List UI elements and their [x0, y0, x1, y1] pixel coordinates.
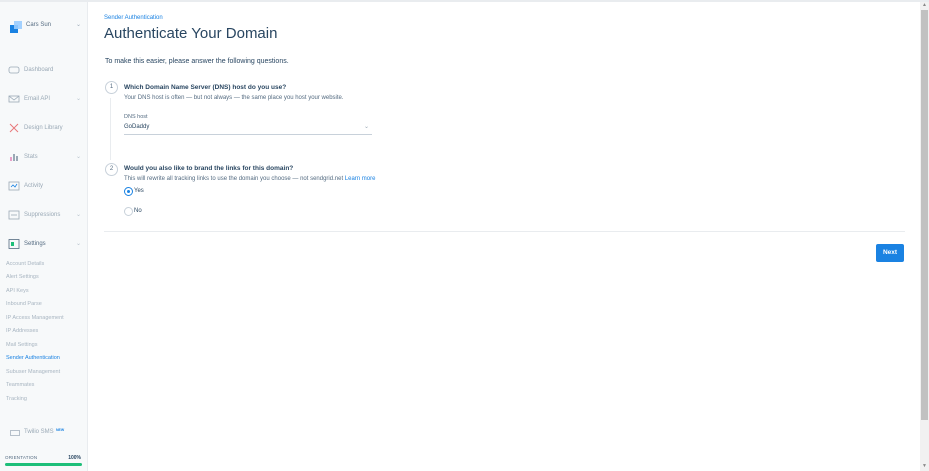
activity-icon [8, 181, 20, 191]
settings-item-teammates[interactable]: Teammates [6, 382, 34, 388]
next-button[interactable]: Next [876, 244, 904, 262]
chevron-up-icon: ⌄ [75, 241, 81, 247]
chevron-down-icon: ⌄ [75, 96, 81, 102]
nav-item-stats[interactable]: Stats ⌄ [8, 151, 85, 165]
design-library-icon [9, 123, 19, 133]
scrollbar-thumb[interactable] [921, 10, 928, 420]
account-switcher[interactable]: Cars Sun ⌄ [8, 18, 83, 36]
settings-item-alert-settings[interactable]: Alert Settings [6, 274, 39, 280]
orientation-label: ORIENTATION [5, 455, 38, 460]
stats-icon [10, 154, 18, 161]
nav-item-label: Stats [24, 154, 38, 160]
settings-item-subuser-management[interactable]: Subuser Management [6, 369, 60, 375]
settings-item-account-details[interactable]: Account Details [6, 261, 44, 267]
settings-item-sender-authentication[interactable]: Sender Authentication [6, 355, 60, 361]
suppressions-icon [8, 210, 20, 220]
question-2-description-text: This will rewrite all tracking links to … [124, 176, 344, 182]
nav-item-dashboard[interactable]: Dashboard [8, 64, 85, 78]
nav-item-label: Dashboard [24, 67, 54, 73]
nav-item-activity[interactable]: Activity [8, 180, 85, 194]
orientation-progress-fill [5, 463, 82, 466]
radio-no-label: No [134, 208, 142, 214]
sendgrid-logo-icon [10, 21, 22, 33]
settings-item-api-keys[interactable]: API Keys [6, 288, 29, 294]
settings-item-mail-settings[interactable]: Mail Settings [6, 342, 38, 348]
dns-host-select[interactable]: GoDaddy ⌄ [124, 123, 372, 135]
nav-item-suppressions[interactable]: Suppressions ⌄ [8, 209, 85, 223]
divider [104, 231, 905, 232]
scroll-down-icon[interactable]: ▼ [921, 463, 928, 469]
settings-item-tracking[interactable]: Tracking [6, 396, 27, 402]
chevron-down-icon: ⌄ [75, 212, 81, 218]
twilio-sms-link[interactable]: Twilio SMS NEW [10, 428, 80, 439]
orientation-progress-bar [5, 463, 82, 466]
settings-icon [8, 239, 20, 249]
question-2-title: Would you also like to brand the links f… [124, 165, 294, 172]
radio-yes[interactable] [124, 187, 133, 196]
nav-item-label: Design Library [24, 125, 63, 131]
nav-item-settings[interactable]: Settings ⌄ [8, 238, 85, 252]
nav-item-design-library[interactable]: Design Library [8, 122, 85, 136]
radio-no[interactable] [124, 207, 133, 216]
question-2-description: This will rewrite all tracking links to … [124, 176, 375, 182]
new-badge: NEW [56, 428, 65, 432]
chevron-down-icon: ⌄ [75, 154, 81, 160]
main-content: Sender Authentication Authenticate Your … [88, 2, 920, 471]
intro-text: To make this easier, please answer the f… [105, 58, 289, 65]
settings-item-ip-access-management[interactable]: IP Access Management [6, 315, 64, 321]
dashboard-icon [8, 66, 20, 74]
settings-item-ip-addresses[interactable]: IP Addresses [6, 328, 38, 334]
learn-more-link[interactable]: Learn more [345, 176, 376, 182]
orientation-percent: 100% [68, 455, 81, 461]
question-1-title: Which Domain Name Server (DNS) host do y… [124, 84, 287, 91]
nav-item-label: Activity [24, 183, 44, 189]
question-1-description: Your DNS host is often — but not always … [124, 95, 344, 101]
question-2-number: 2 [105, 163, 118, 176]
nav-item-label: Settings [24, 241, 46, 247]
nav-item-email-api[interactable]: Email API ⌄ [8, 93, 85, 107]
sidebar: Cars Sun ⌄ Dashboard Email API ⌄ Design … [0, 2, 88, 471]
chevron-down-icon: ⌄ [75, 22, 81, 28]
page-title: Authenticate Your Domain [104, 25, 278, 42]
scrollbar[interactable]: ▲ ▼ [920, 2, 929, 471]
nav-item-label: Suppressions [24, 212, 61, 218]
sms-icon [10, 430, 20, 436]
account-name: Cars Sun [26, 22, 52, 28]
dns-host-label: DNS host [124, 114, 148, 120]
orientation-progress[interactable]: ORIENTATION 100% [4, 455, 82, 469]
step-connector [110, 98, 111, 160]
settings-item-inbound-parse[interactable]: Inbound Parse [6, 301, 42, 307]
radio-yes-label: Yes [134, 188, 144, 194]
breadcrumb[interactable]: Sender Authentication [104, 15, 163, 21]
email-api-icon [8, 95, 20, 103]
nav-item-label: Email API [24, 96, 51, 102]
question-1-number: 1 [105, 81, 118, 94]
dns-host-value: GoDaddy [124, 124, 150, 130]
chevron-down-icon: ⌄ [363, 124, 369, 130]
twilio-sms-label: Twilio SMS [24, 429, 54, 435]
scroll-up-icon[interactable]: ▲ [921, 2, 928, 8]
